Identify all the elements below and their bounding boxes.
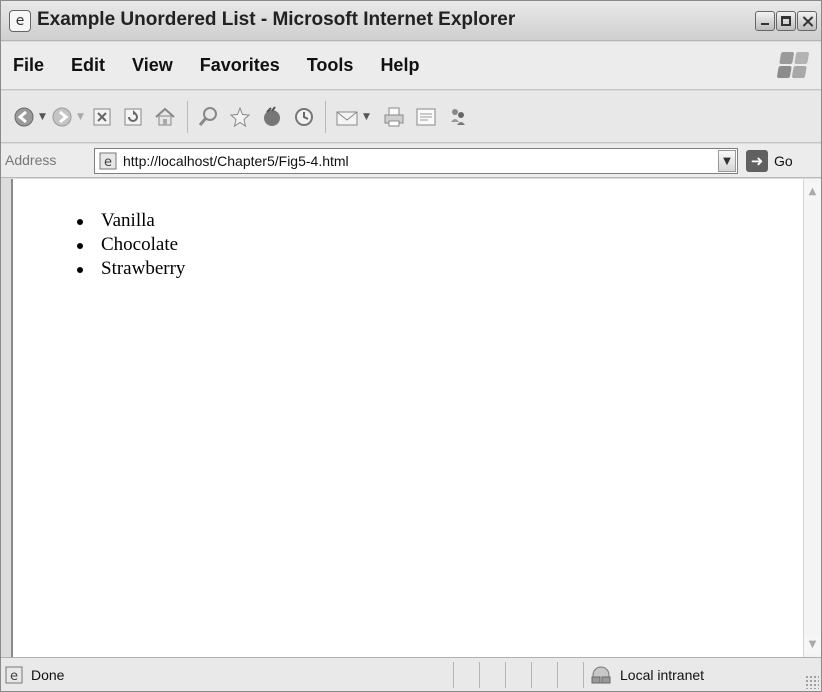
status-separator	[505, 662, 506, 688]
refresh-button[interactable]	[123, 105, 143, 129]
forward-dropdown-icon[interactable]: ▼	[77, 112, 84, 122]
address-url[interactable]: http://localhost/Chapter5/Fig5-4.html	[123, 153, 349, 169]
go-button[interactable]: ➜ Go	[746, 150, 793, 172]
address-dropdown-icon[interactable]: ▼	[718, 150, 736, 172]
print-button[interactable]	[383, 105, 405, 129]
print-icon	[384, 107, 404, 127]
back-button[interactable]: ▼	[13, 105, 46, 129]
mail-dropdown-icon[interactable]: ▼	[363, 112, 370, 122]
favorites-icon	[229, 106, 251, 128]
toolbar-separator	[325, 101, 326, 133]
security-zone-text: Local intranet	[620, 667, 705, 683]
svg-text:e: e	[10, 669, 18, 684]
media-icon	[264, 106, 280, 126]
refresh-icon	[124, 108, 142, 126]
forward-button[interactable]: ▼	[51, 105, 84, 129]
status-separator	[557, 662, 558, 688]
status-bar: e Done Local intranet	[1, 657, 821, 691]
history-button[interactable]	[293, 105, 315, 129]
status-separator	[583, 662, 584, 688]
toolbar-separator	[187, 101, 188, 133]
minimize-button[interactable]	[755, 11, 775, 31]
menu-view[interactable]: View	[132, 55, 173, 76]
maximize-button[interactable]	[776, 11, 796, 31]
mail-button[interactable]: ▼	[335, 105, 370, 129]
status-text: Done	[31, 667, 65, 683]
page-status-icon: e	[5, 666, 23, 684]
list-item: Chocolate	[63, 233, 185, 257]
toolbar: ▼ ▼ ▼	[1, 91, 821, 143]
stop-button[interactable]	[92, 105, 112, 129]
title-bar[interactable]: e Example Unordered List - Microsoft Int…	[1, 1, 821, 41]
back-dropdown-icon[interactable]: ▼	[39, 112, 46, 122]
page-icon: e	[99, 152, 117, 170]
menu-tools[interactable]: Tools	[307, 55, 354, 76]
stop-icon	[93, 108, 111, 126]
address-input[interactable]: e http://localhost/Chapter5/Fig5-4.html …	[94, 148, 738, 174]
window-title: Example Unordered List - Microsoft Inter…	[37, 9, 516, 30]
vertical-scrollbar[interactable]: ▲ ▼	[803, 179, 821, 657]
go-label: Go	[774, 153, 793, 169]
back-icon	[14, 107, 34, 127]
go-arrow-icon: ➜	[746, 150, 768, 172]
menu-favorites[interactable]: Favorites	[200, 55, 280, 76]
favorites-button[interactable]	[229, 105, 251, 129]
media-button[interactable]	[261, 105, 283, 129]
edit-icon	[416, 108, 436, 126]
local-intranet-icon	[591, 666, 611, 684]
browser-window: e Example Unordered List - Microsoft Int…	[0, 0, 822, 692]
resize-grip[interactable]	[805, 675, 819, 689]
messenger-icon	[451, 109, 465, 125]
search-icon	[198, 107, 217, 126]
window-controls	[755, 11, 817, 31]
page-content: Vanilla Chocolate Strawberry	[11, 179, 803, 657]
history-icon	[295, 108, 313, 126]
home-button[interactable]	[154, 105, 176, 129]
messenger-button[interactable]	[447, 105, 469, 129]
status-separator	[531, 662, 532, 688]
windows-logo-icon	[776, 52, 810, 78]
menu-file[interactable]: File	[13, 55, 44, 76]
home-icon	[155, 107, 175, 126]
scroll-up-button[interactable]: ▲	[804, 183, 821, 200]
status-separator	[479, 662, 480, 688]
unordered-list: Vanilla Chocolate Strawberry	[63, 209, 185, 281]
list-item: Strawberry	[63, 257, 185, 281]
address-label: Address	[5, 152, 57, 168]
menu-edit[interactable]: Edit	[71, 55, 105, 76]
close-button[interactable]	[797, 11, 817, 31]
address-bar: Address e http://localhost/Chapter5/Fig5…	[1, 144, 821, 178]
list-item: Vanilla	[63, 209, 185, 233]
ie-logo-icon[interactable]: e	[9, 10, 31, 32]
forward-icon	[52, 107, 72, 127]
mail-icon	[336, 111, 358, 126]
svg-text:e: e	[104, 155, 112, 170]
menu-help[interactable]: Help	[380, 55, 419, 76]
edit-button[interactable]	[415, 105, 437, 129]
search-button[interactable]	[197, 105, 219, 129]
status-separator	[453, 662, 454, 688]
menu-bar: File Edit View Favorites Tools Help	[1, 42, 821, 90]
scroll-down-button[interactable]: ▼	[804, 636, 821, 653]
